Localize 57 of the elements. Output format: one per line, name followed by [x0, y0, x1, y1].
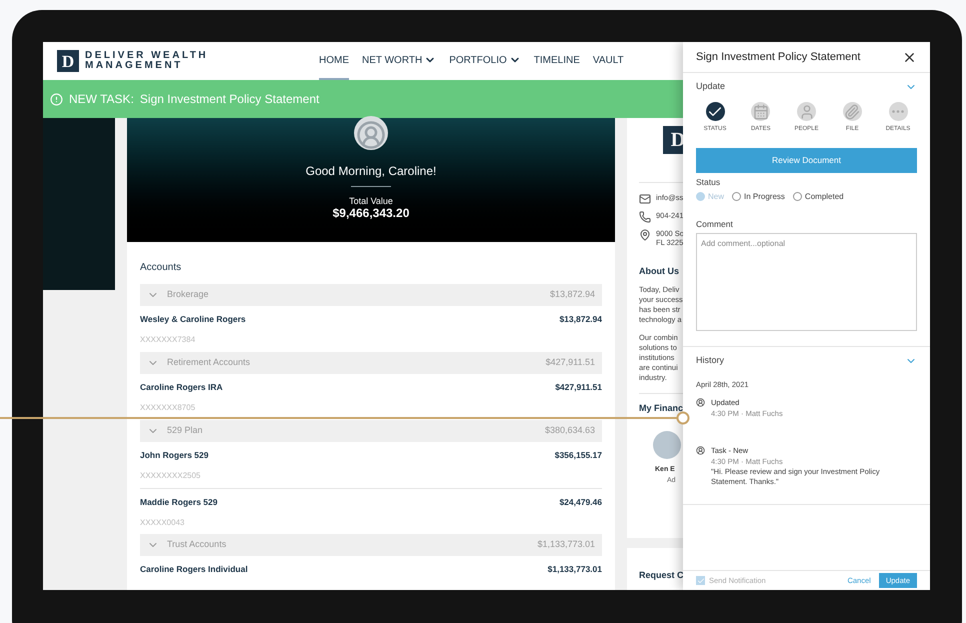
total-value-label: Total Value [349, 196, 393, 206]
comment-label: Comment [696, 218, 734, 230]
group-total: $427,911.51 [546, 356, 595, 370]
panel-title: Sign Investment Policy Statement [696, 50, 860, 65]
account-value: $427,911.51 [555, 381, 602, 394]
nav-tab[interactable]: NET WORTH [362, 42, 436, 80]
greeting: Good Morning, Caroline! [306, 163, 436, 180]
group-name: Brokerage [167, 288, 209, 302]
account-value: $356,155.17 [554, 449, 602, 462]
user-icon [696, 398, 705, 407]
nav-tab[interactable]: VAULT [592, 42, 624, 80]
status-radio[interactable]: In Progress [732, 190, 785, 203]
logo-mark: D [57, 50, 79, 72]
ellipsis-icon [892, 110, 904, 113]
advisor-avatar [653, 431, 681, 459]
nav-tab[interactable]: TIMELINE [534, 42, 580, 80]
section-title: History [696, 354, 724, 367]
account-value: $1,133,773.01 [548, 563, 602, 576]
section-title: Update [696, 80, 726, 94]
request-title: Request C [639, 570, 684, 580]
account-name[interactable]: Caroline Rogers IRA [140, 381, 223, 394]
advisor-title: My Financ [639, 402, 684, 415]
nav-tab[interactable]: PORTFOLIO [449, 42, 521, 80]
account-name[interactable]: Caroline Rogers Individual [140, 563, 248, 576]
comment-field[interactable]: Add comment...optional [696, 232, 917, 330]
account-number: XXXXXXX8705 [140, 402, 196, 414]
group-name: Retirement Accounts [167, 356, 250, 370]
group-total: $13,872.94 [550, 288, 595, 302]
status-radio[interactable]: Completed [792, 190, 844, 203]
account-name[interactable]: Maddie Rogers 529 [140, 496, 218, 509]
calendar-icon [752, 104, 769, 120]
account-name[interactable]: John Rogers 529 [140, 449, 208, 462]
total-value: $9,466,343.20 [332, 206, 410, 220]
location-icon [639, 229, 651, 241]
account-name[interactable]: Wesley & Caroline Rogers [140, 313, 246, 326]
banner-label: NEW TASK: [69, 91, 134, 108]
group-total: $380,634.63 [544, 424, 595, 438]
group-name: Trust Accounts [167, 538, 226, 552]
user-icon [696, 446, 705, 455]
account-value: $13,872.94 [559, 313, 602, 326]
mail-icon [639, 193, 651, 205]
paperclip-icon [844, 104, 860, 120]
group-name: 529 Plan [167, 424, 203, 438]
status-label: Status [696, 176, 722, 189]
phone-icon [639, 211, 651, 223]
about-title: About Us [639, 265, 679, 278]
banner-text: Sign Investment Policy Statement [140, 91, 320, 108]
alert-icon [50, 92, 63, 106]
account-number: XXXXX0043 [140, 516, 186, 529]
brand-name: DELIVER WEALTH MANAGEMENT [85, 51, 208, 71]
section-title: Accounts [140, 261, 182, 275]
account-number: XXXXXXXX2505 [140, 470, 202, 482]
account-value: $24,479.46 [559, 496, 602, 509]
check-icon [696, 576, 704, 584]
account-number: XXXXXXX7384 [140, 334, 196, 346]
group-total: $1,133,773.01 [537, 538, 595, 552]
person-icon [798, 104, 814, 120]
